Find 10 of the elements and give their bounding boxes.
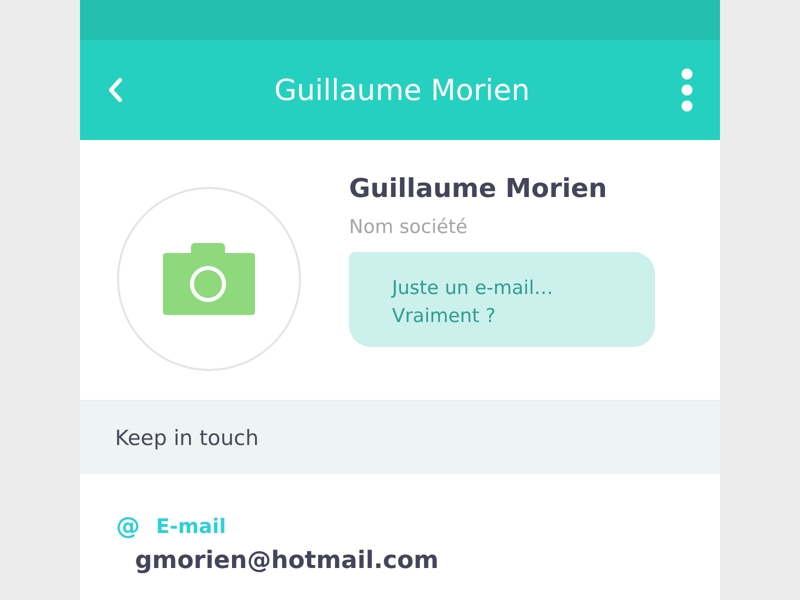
camera-icon [163, 243, 255, 315]
email-symbol: @ [116, 512, 140, 540]
section-title: Keep in touch [115, 426, 259, 450]
contact-name: Guillaume Morien [349, 174, 608, 204]
avatar-placeholder[interactable] [117, 187, 301, 371]
app-bar-title: Guillaume Morien [274, 73, 530, 107]
field-label: E-mail [156, 514, 226, 538]
note-bubble: Juste un e-mail… Vraiment ? [349, 252, 655, 347]
company-name: Nom société [349, 216, 468, 238]
email-address[interactable]: gmorien@hotmail.com [135, 546, 439, 574]
